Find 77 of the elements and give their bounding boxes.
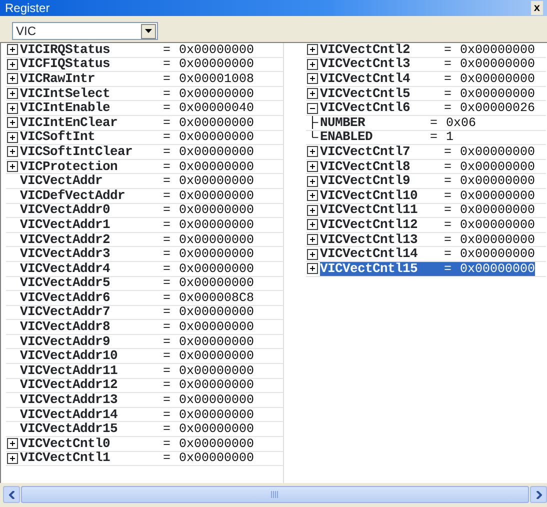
register-row[interactable]: VICVectAddr6 = 0x000008C8	[20, 290, 254, 305]
expand-icon[interactable]	[306, 72, 319, 86]
expand-icon[interactable]	[306, 204, 319, 217]
register-row[interactable]: VICVectAddr13 = 0x00000000	[20, 393, 254, 408]
register-row[interactable]: NUMBER = 0x06	[320, 116, 476, 130]
register-row[interactable]: VICIntEnable = 0x00000040	[20, 101, 254, 116]
register-row[interactable]: VICVectCntl5 = 0x00000000	[320, 86, 536, 101]
register-row[interactable]: VICVectCntl15 = 0x00000000	[320, 262, 536, 276]
expand-icon[interactable]	[6, 72, 19, 86]
expand-icon[interactable]	[6, 452, 19, 465]
register-row[interactable]: VICVectAddr4 = 0x00000000	[20, 262, 254, 276]
register-row[interactable]: VICVectCntl2 = 0x00000000	[320, 42, 536, 57]
register-row[interactable]: VICVectCntl4 = 0x00000000	[320, 72, 536, 86]
expand-icon[interactable]	[306, 233, 319, 246]
expand-icon[interactable]	[6, 43, 19, 56]
register-row[interactable]: VICVectCntl1 = 0x00000000	[20, 451, 254, 466]
expand-icon[interactable]	[306, 160, 319, 174]
register-row[interactable]: VICVectCntl11 = 0x00000000	[320, 203, 536, 218]
register-row[interactable]: VICVectAddr9 = 0x00000000	[20, 334, 254, 349]
expand-icon[interactable]	[306, 262, 319, 276]
expand-icon[interactable]	[6, 160, 19, 174]
expand-icon[interactable]	[6, 116, 19, 130]
module-dropdown[interactable]: VIC	[12, 22, 158, 40]
expand-icon[interactable]	[306, 43, 319, 56]
register-row[interactable]: VICVectAddr7 = 0x00000000	[20, 305, 254, 320]
register-row[interactable]: VICVectCntl9 = 0x00000000	[320, 174, 536, 188]
expand-icon[interactable]	[6, 437, 19, 450]
register-row[interactable]: VICVectAddr14 = 0x00000000	[20, 408, 254, 422]
register-row[interactable]: VICSoftIntClear = 0x00000000	[20, 144, 254, 159]
register-row[interactable]: VICIntSelect = 0x00000000	[20, 86, 254, 101]
close-button[interactable]: x	[530, 1, 543, 15]
register-row[interactable]: VICProtection = 0x00000000	[20, 160, 254, 174]
expand-icon[interactable]	[306, 58, 319, 71]
expand-icon[interactable]	[6, 102, 19, 115]
register-row[interactable]: VICSoftInt = 0x00000000	[20, 130, 254, 144]
expand-icon[interactable]	[6, 58, 19, 71]
expand-icon[interactable]	[306, 218, 319, 232]
collapse-icon[interactable]	[306, 102, 319, 115]
register-row[interactable]: VICIRQStatus = 0x00000000	[20, 42, 254, 57]
scrollbar-thumb[interactable]	[21, 486, 529, 503]
register-row[interactable]: VICVectCntl3 = 0x00000000	[320, 57, 536, 72]
expand-icon[interactable]	[306, 174, 319, 188]
register-row[interactable]: VICFIQStatus = 0x00000000	[20, 57, 254, 72]
register-row[interactable]: VICRawIntr = 0x00001008	[20, 72, 254, 86]
register-row[interactable]: VICVectCntl7 = 0x00000000	[320, 144, 536, 159]
scroll-left-button[interactable]	[3, 486, 20, 503]
register-row[interactable]: VICVectAddr = 0x00000000	[20, 174, 254, 188]
window-title: Register	[5, 0, 50, 16]
register-row[interactable]: VICVectAddr15 = 0x00000000	[20, 422, 254, 436]
register-row[interactable]: VICVectAddr0 = 0x00000000	[20, 203, 254, 218]
expand-icon[interactable]	[6, 145, 19, 158]
register-row[interactable]: VICVectAddr2 = 0x00000000	[20, 232, 254, 247]
register-row[interactable]: VICVectCntl13 = 0x00000000	[320, 232, 536, 247]
register-row[interactable]: VICVectAddr5 = 0x00000000	[20, 276, 254, 290]
register-row[interactable]: VICVectAddr11 = 0x00000000	[20, 364, 254, 378]
register-row[interactable]: VICVectAddr1 = 0x00000000	[20, 218, 254, 232]
scroll-right-button[interactable]	[530, 486, 547, 503]
register-row[interactable]: VICVectAddr10 = 0x00000000	[20, 349, 254, 364]
register-row[interactable]: VICVectCntl0 = 0x00000000	[20, 436, 254, 451]
register-row[interactable]: ENABLED = 1	[320, 130, 454, 144]
register-row[interactable]: VICVectCntl14 = 0x00000000	[320, 247, 536, 262]
expand-icon[interactable]	[6, 130, 19, 144]
register-row[interactable]: VICIntEnClear = 0x00000000	[20, 116, 254, 130]
expand-icon[interactable]	[306, 189, 319, 202]
register-row[interactable]: VICVectCntl10 = 0x00000000	[320, 188, 536, 203]
expand-icon[interactable]	[6, 87, 19, 100]
register-row[interactable]: VICVectCntl6 = 0x00000026	[320, 101, 536, 116]
register-row[interactable]: VICVectCntl12 = 0x00000000	[320, 218, 536, 232]
register-row[interactable]: VICVectAddr8 = 0x00000000	[20, 320, 254, 334]
expand-icon[interactable]	[306, 248, 319, 261]
register-row[interactable]: VICDefVectAddr = 0x00000000	[20, 188, 254, 203]
register-row[interactable]: VICVectAddr3 = 0x00000000	[20, 247, 254, 262]
register-row[interactable]: VICVectCntl8 = 0x00000000	[320, 160, 536, 174]
expand-icon[interactable]	[306, 87, 319, 100]
expand-icon[interactable]	[306, 145, 319, 158]
grip-icon	[271, 491, 279, 498]
register-row[interactable]: VICVectAddr12 = 0x00000000	[20, 378, 254, 392]
